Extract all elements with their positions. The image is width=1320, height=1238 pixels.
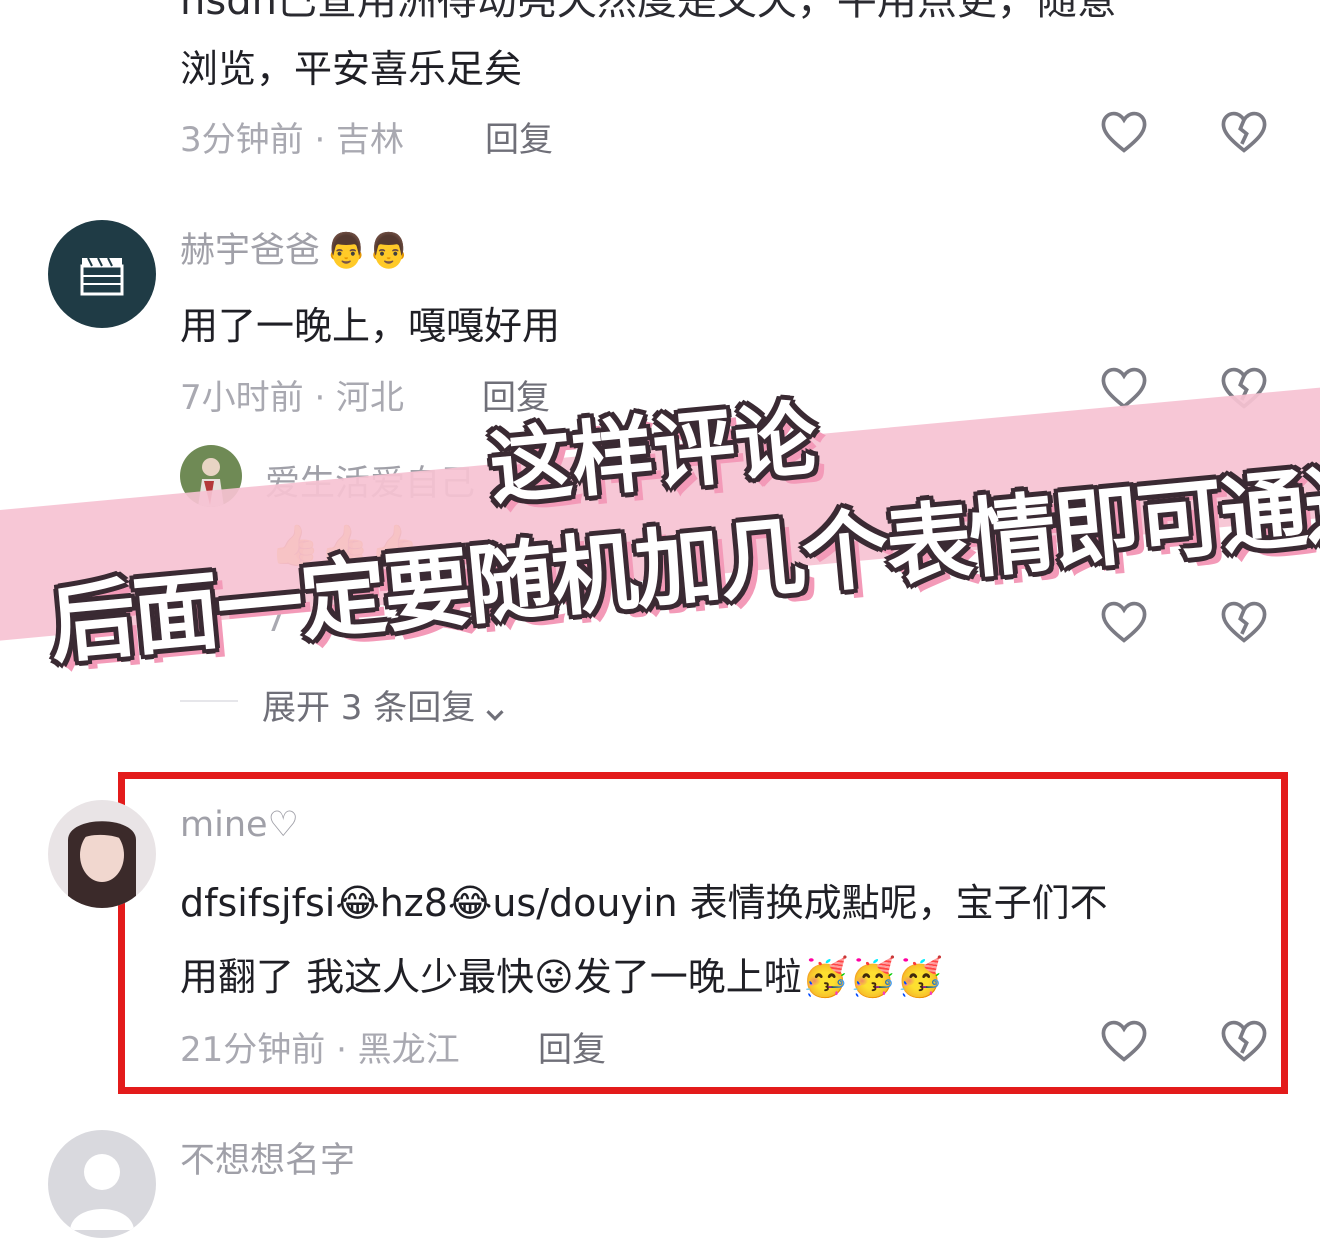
broken-heart-icon (1221, 1020, 1267, 1062)
expand-divider (180, 700, 238, 702)
username[interactable]: 赫宇爸爸 (180, 231, 320, 271)
person-photo-icon (68, 821, 136, 908)
dislike-button[interactable] (1218, 596, 1270, 648)
broken-heart-icon (1221, 111, 1267, 153)
comment-text-line1: dfsifsjfsi😂hz8😂us/douyin 表情换成點呢，宝子们不 (180, 881, 1108, 925)
avatar[interactable] (48, 1130, 156, 1238)
comment-text-line2: 用翻了 我这人少最快😜发了一晚上啦🥳🥳🥳 (180, 955, 944, 999)
reply-button[interactable]: 回复 (538, 1022, 606, 1071)
username-emoji: 👨👨 (325, 231, 410, 271)
username-row: 赫宇爸爸 👨👨 (180, 222, 410, 273)
comment-time-location: 3分钟前 · 吉林 (180, 120, 405, 160)
username[interactable]: mine♡ (180, 805, 299, 845)
comment-time-location: 21分钟前 · 黑龙江 (180, 1030, 460, 1070)
reply-button[interactable]: 回复 (485, 112, 553, 161)
comment-text-cut: hsdn已查用洲得动亮天然度是文天，平用点更，随意 (180, 0, 1117, 24)
comment-text: 浏览，平安喜乐足矣 (180, 47, 523, 91)
broken-heart-icon (1221, 601, 1267, 643)
comment-text: 用了一晚上，嘎嘎好用 (180, 304, 561, 348)
expand-replies-button[interactable]: 展开 3 条回复 (262, 680, 510, 730)
expand-replies-label: 展开 3 条回复 (262, 688, 476, 728)
dislike-button[interactable] (1218, 106, 1270, 158)
like-button[interactable] (1098, 106, 1150, 158)
chevron-down-icon (486, 709, 504, 721)
like-button[interactable] (1098, 1015, 1150, 1067)
heart-outline-icon (1101, 111, 1147, 153)
avatar[interactable] (48, 220, 156, 328)
heart-outline-icon (1101, 601, 1147, 643)
clapperboard-icon (80, 257, 124, 296)
heart-outline-icon (1101, 1020, 1147, 1062)
avatar[interactable] (48, 800, 156, 908)
username[interactable]: 不想想名字 (180, 1132, 355, 1183)
default-avatar-icon (70, 1154, 134, 1230)
like-button[interactable] (1098, 596, 1150, 648)
dislike-button[interactable] (1218, 1015, 1270, 1067)
comment-time-location: 7小时前 · 河北 (180, 378, 405, 418)
